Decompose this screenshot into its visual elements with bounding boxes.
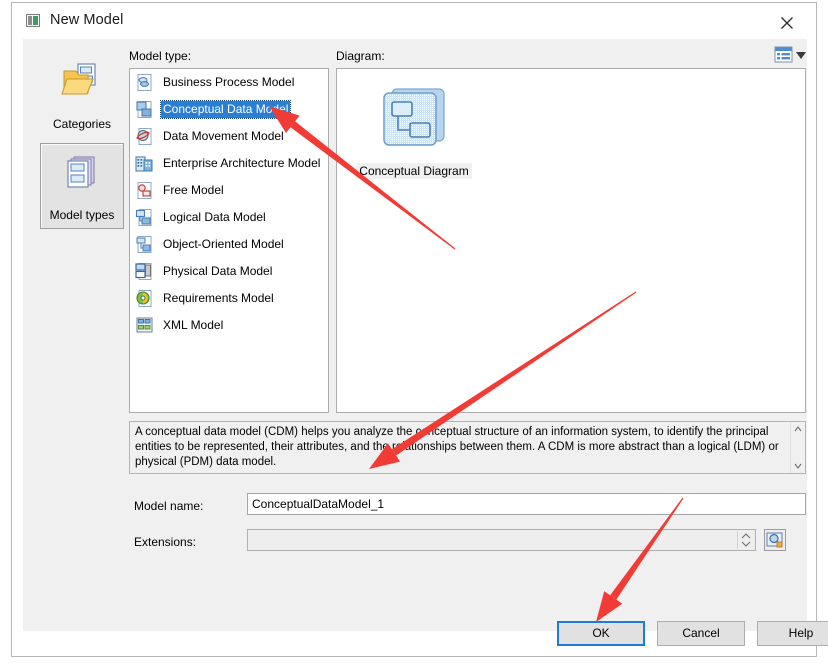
conceptual-diagram-thumbnail: [383, 88, 445, 146]
model-type-listbox[interactable]: Business Process Model Conceptual Data M…: [129, 68, 329, 413]
model-type-item-label: Conceptual Data Model: [159, 100, 292, 119]
data-movement-model-icon: [135, 127, 154, 146]
close-icon[interactable]: [758, 3, 816, 39]
physical-data-model-icon: [135, 262, 154, 281]
model-type-item-logical-data-model[interactable]: Logical Data Model: [130, 204, 328, 231]
model-type-item-label: Object-Oriented Model: [163, 237, 284, 251]
model-type-item-data-movement-model[interactable]: Data Movement Model: [130, 123, 328, 150]
model-types-stack-icon: [58, 152, 106, 203]
object-oriented-model-icon: [135, 235, 154, 254]
model-type-item-free-model[interactable]: Free Model: [130, 177, 328, 204]
diagram-item-caption: Conceptual Diagram: [356, 163, 472, 179]
extensions-label: Extensions:: [134, 535, 197, 549]
model-type-item-label: XML Model: [163, 318, 224, 332]
view-rail: Categories Model types: [37, 51, 129, 236]
model-type-item-object-oriented-model[interactable]: Object-Oriented Model: [130, 231, 328, 258]
logical-data-model-icon: [135, 208, 154, 227]
model-type-item-physical-data-model[interactable]: Physical Data Model: [130, 258, 328, 285]
help-button[interactable]: Help: [757, 621, 828, 646]
extensions-browse-button[interactable]: [764, 529, 786, 551]
model-type-item-conceptual-data-model[interactable]: Conceptual Data Model: [130, 96, 328, 123]
title-bar: New Model: [12, 3, 816, 39]
dialog-body: Categories Model types Model type: Busin…: [23, 39, 807, 631]
diagram-item-conceptual[interactable]: Conceptual Diagram: [355, 83, 473, 179]
ok-button[interactable]: OK: [557, 621, 645, 646]
model-type-item-xml-model[interactable]: XML Model: [130, 312, 328, 339]
extensions-spinner[interactable]: [737, 531, 754, 549]
model-type-label: Model type:: [129, 49, 192, 63]
model-type-item-label: Business Process Model: [163, 75, 295, 89]
spinner-up-icon: [741, 533, 751, 539]
model-type-item-business-process-model[interactable]: Business Process Model: [130, 69, 328, 96]
description-box: A conceptual data model (CDM) helps you …: [129, 421, 806, 474]
categories-folder-icon: [58, 59, 106, 110]
enterprise-architecture-model-icon: [135, 154, 154, 173]
cancel-button[interactable]: Cancel: [657, 621, 745, 646]
model-type-item-requirements-model[interactable]: Requirements Model: [130, 285, 328, 312]
model-type-item-label: Free Model: [163, 183, 224, 197]
model-type-item-label: Physical Data Model: [163, 264, 273, 278]
conceptual-data-model-icon: [135, 100, 154, 119]
rail-item-label: Categories: [52, 117, 112, 131]
scroll-up-icon[interactable]: [791, 422, 805, 436]
new-model-dialog: New Model Categories Model types Model t…: [11, 2, 828, 657]
business-process-model-icon: [135, 73, 154, 92]
diagram-panel[interactable]: Conceptual Diagram: [336, 68, 806, 413]
model-name-input[interactable]: [247, 493, 806, 515]
requirements-model-icon: [135, 289, 154, 308]
close-glyph: [781, 17, 793, 29]
scroll-down-icon[interactable]: [791, 459, 805, 473]
list-view-icon: [774, 46, 793, 63]
model-type-item-label: Enterprise Architecture Model: [163, 156, 321, 170]
view-mode-toggle[interactable]: [774, 46, 808, 66]
extensions-combo[interactable]: [247, 529, 756, 551]
description-text: A conceptual data model (CDM) helps you …: [135, 426, 779, 468]
free-model-icon: [135, 181, 154, 200]
diagram-label: Diagram:: [336, 49, 385, 63]
rail-item-categories[interactable]: Categories: [40, 51, 124, 137]
xml-model-icon: [135, 316, 154, 335]
app-icon: [26, 14, 40, 27]
model-type-item-label: Requirements Model: [163, 291, 274, 305]
rail-item-label: Model types: [49, 208, 115, 222]
model-name-label: Model name:: [134, 499, 204, 513]
spinner-down-icon: [741, 541, 751, 547]
browse-extensions-icon: [766, 532, 783, 548]
description-scrollbar[interactable]: [790, 422, 805, 473]
window-title: New Model: [50, 12, 124, 28]
model-type-item-enterprise-architecture-model[interactable]: Enterprise Architecture Model: [130, 150, 328, 177]
model-type-item-label: Logical Data Model: [163, 210, 266, 224]
model-type-item-label: Data Movement Model: [163, 129, 284, 143]
rail-item-model-types[interactable]: Model types: [40, 143, 124, 229]
chevron-down-icon: [796, 52, 806, 59]
